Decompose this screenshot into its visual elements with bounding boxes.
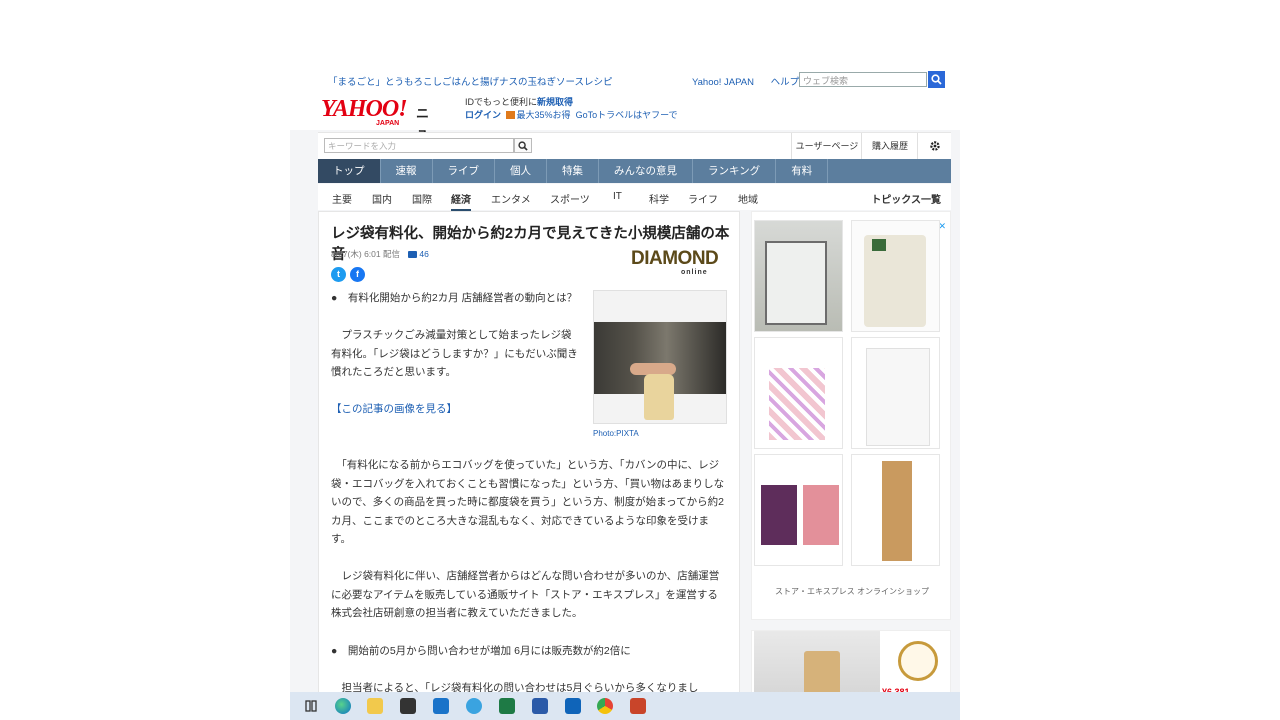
subnav-main[interactable]: 主要 [332, 191, 352, 206]
top-bar: 「まるごと」とうもろこしごはんと揚げナスの玉ねぎソースレシピ Yahoo! JA… [290, 68, 960, 92]
subnav-life[interactable]: ライフ [688, 191, 718, 206]
article-date: 8/27(木) 6:01 配信 [331, 249, 400, 259]
file-explorer-icon[interactable] [367, 698, 383, 714]
yahoo-logo-text: YAHOO! [321, 96, 408, 122]
mail-icon[interactable] [433, 698, 449, 714]
bullet-heading-1: ● 有料化開始から約2カ月 店舗経営者の動向とは？ [331, 292, 578, 304]
article-body-top: ● 有料化開始から約2カ月 店舗経営者の動向とは？ プラスチックごみ減量対策とし… [331, 289, 579, 419]
paragraph-2: 「有料化になる前からエコバッグを使っていた」という方、「カバンの中に、レジ袋・エ… [331, 459, 725, 545]
purchase-history-link[interactable]: 購入履歴 [861, 133, 918, 159]
browser-page: 「まるごと」とうもろこしごはんと揚げナスの玉ねぎソースレシピ Yahoo! JA… [290, 68, 960, 720]
yahoo-japan-link[interactable]: Yahoo! JAPAN [692, 77, 754, 88]
nav-tab-paid[interactable]: 有料 [776, 159, 829, 183]
gift-icon [505, 111, 515, 119]
logo-row: YAHOO! JAPAN ニュース IDでもっと便利に新規取得 ログイン 最大3… [290, 92, 960, 178]
chrome-icon[interactable] [597, 698, 613, 714]
nav-tab-ranking[interactable]: ランキング [693, 159, 777, 183]
edge-icon[interactable] [335, 698, 351, 714]
yahoo-logo[interactable]: YAHOO! JAPAN ニュース [321, 96, 429, 178]
subnav-economy[interactable]: 経済 [451, 191, 471, 211]
nav-tab-individual[interactable]: 個人 [495, 159, 547, 183]
web-search-input[interactable]: ウェブ検索 [799, 72, 927, 87]
task-view-icon[interactable] [303, 698, 319, 714]
login-box: IDでもっと便利に新規取得 ログイン 最大35%お得 GoToトラベルはヤフーで [465, 96, 678, 122]
topics-list-link[interactable]: トピックス一覧 [871, 191, 941, 206]
source-logo-sub: online [681, 269, 708, 276]
nav-tab-opinions[interactable]: みんなの意見 [599, 159, 693, 183]
help-link[interactable]: ヘルプ [771, 77, 800, 88]
keyword-search-button[interactable] [514, 138, 532, 153]
login-link[interactable]: ログイン [465, 110, 501, 120]
web-search-button[interactable] [928, 71, 945, 88]
ad-product-tile[interactable] [851, 220, 940, 332]
subnav-domestic[interactable]: 国内 [372, 191, 392, 206]
goto-travel-link[interactable]: GoToトラベルはヤフーで [576, 110, 678, 120]
article-images-link[interactable]: 【この記事の画像を見る】 [331, 400, 579, 419]
subnav-international[interactable]: 国際 [412, 191, 432, 206]
register-link[interactable]: 新規取得 [537, 97, 573, 107]
article-meta: 8/27(木) 6:01 配信 46 [331, 248, 429, 260]
word-icon[interactable] [532, 698, 548, 714]
comment-count[interactable]: 46 [419, 249, 428, 259]
facebook-share-icon[interactable]: f [350, 267, 365, 282]
subnav-it[interactable]: IT [613, 191, 622, 202]
subnav-region[interactable]: 地域 [738, 191, 758, 206]
user-page-link[interactable]: ユーザーページ [791, 133, 862, 159]
top-links: Yahoo! JAPAN ヘルプ [692, 74, 813, 88]
ad-shop-name[interactable]: ストア・エキスプレス オンラインショップ [752, 586, 952, 597]
twitter-share-icon[interactable]: t [331, 267, 346, 282]
gear-icon [930, 141, 940, 151]
subnav-science[interactable]: 科学 [649, 191, 669, 206]
nav-tab-live[interactable]: ライブ [433, 159, 495, 183]
subnav-entertainment[interactable]: エンタメ [491, 191, 531, 206]
ad-product-tile[interactable] [754, 337, 843, 449]
store-icon[interactable] [400, 698, 416, 714]
ad-product-tile[interactable] [754, 220, 843, 332]
share-buttons: tf [331, 264, 369, 282]
nav-tab-top[interactable]: トップ [318, 159, 381, 183]
taskbar [290, 692, 960, 720]
outlook-icon[interactable] [565, 698, 581, 714]
ad-product-tile[interactable] [851, 454, 940, 566]
search-icon [518, 141, 528, 151]
settings-button[interactable] [917, 133, 952, 159]
comment-icon [408, 251, 418, 258]
keyword-search-input[interactable]: キーワードを入力 [324, 138, 514, 153]
keyword-search-row: キーワードを入力 ユーザーページ 購入履歴 [318, 132, 951, 159]
nav-tab-feature[interactable]: 特集 [547, 159, 599, 183]
main-nav: トップ 速報 ライブ 個人 特集 みんなの意見 ランキング 有料 [318, 159, 951, 183]
paragraph-3: レジ袋有料化に伴い、店舗経営者からはどんな問い合わせが多いのか、店舗運営に必要な… [331, 570, 720, 619]
subnav-sports[interactable]: スポーツ [550, 191, 590, 206]
yahoo-logo-japan: JAPAN [376, 120, 400, 127]
search-icon [931, 74, 942, 85]
internet-explorer-icon[interactable] [466, 698, 482, 714]
offer-link[interactable]: 最大35%お得 [517, 110, 571, 120]
excel-icon[interactable] [499, 698, 515, 714]
nav-tab-breaking[interactable]: 速報 [381, 159, 433, 183]
promo-link[interactable]: 「まるごと」とうもろこしごはんと揚げナスの玉ねぎソースレシピ [328, 74, 613, 88]
photo-caption: Photo:PIXTA [593, 429, 639, 438]
sub-nav: 主要 国内 国際 経済 エンタメ スポーツ IT 科学 ライフ 地域 トピックス… [318, 184, 951, 211]
source-logo[interactable]: DIAMOND [631, 248, 719, 270]
powerpoint-icon[interactable] [630, 698, 646, 714]
article-photo[interactable] [593, 290, 727, 424]
ad-panel[interactable]: ⓘ✕ ストア・エキスプレス オンラインショップ [751, 211, 951, 620]
paragraph-1: プラスチックごみ減量対策として始まったレジ袋有料化。「レジ袋はどうしますか？」に… [331, 329, 578, 378]
bullet-heading-2: ● 開始前の5月から問い合わせが増加 6月には販売数が約2倍に [331, 645, 631, 657]
ad-product-tile[interactable] [754, 454, 843, 566]
ad-product-tile[interactable] [851, 337, 940, 449]
login-prompt: IDでもっと便利に [465, 97, 538, 107]
article: レジ袋有料化、開始から約2カ月で見えてきた小規模店舗の本音 8/27(木) 6:… [318, 211, 740, 720]
